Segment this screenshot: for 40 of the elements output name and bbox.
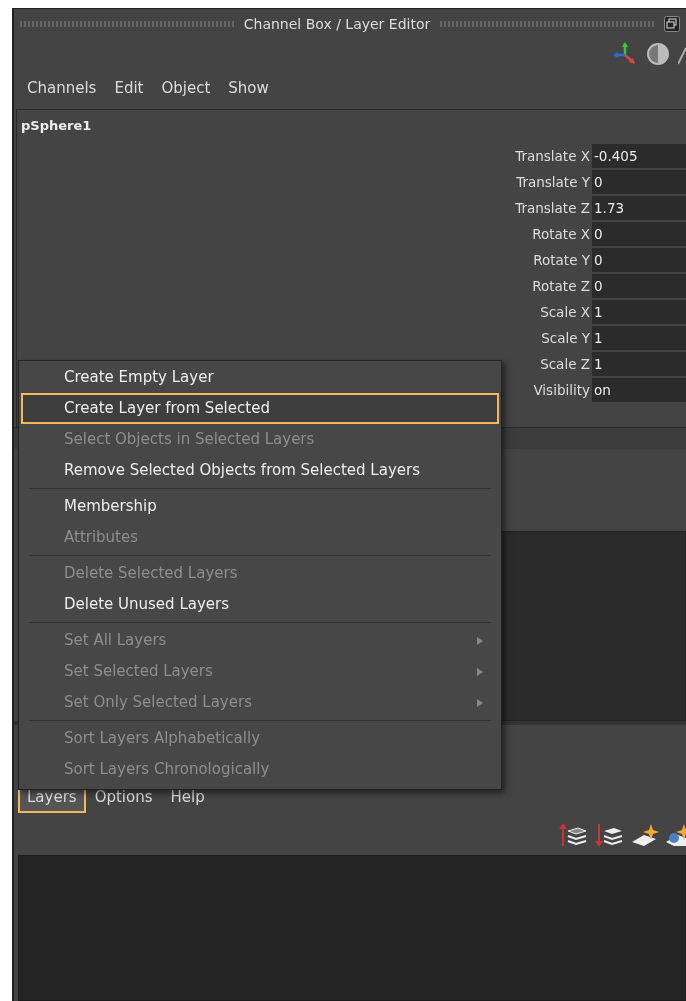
attribute-label: Scale Y: [540, 328, 591, 348]
move-layer-up-icon[interactable]: [558, 822, 588, 848]
window-title: Channel Box / Layer Editor: [243, 14, 431, 34]
attribute-field[interactable]: -0.405: [592, 143, 686, 168]
drag-handle[interactable]: [20, 21, 234, 27]
attribute-field[interactable]: 1.73: [592, 195, 686, 220]
attribute-label: Visibility: [532, 380, 591, 400]
attribute-label: Rotate Z: [531, 276, 591, 296]
attribute-field[interactable]: 0: [592, 273, 686, 298]
drag-handle[interactable]: [440, 21, 654, 27]
attribute-field[interactable]: 0: [592, 247, 686, 272]
menu-item[interactable]: Edit: [105, 71, 153, 105]
attribute-label: Translate Y: [515, 172, 591, 192]
new-layer-with-object-icon[interactable]: [666, 822, 686, 848]
half-circle-icon[interactable]: [646, 42, 670, 66]
menu-item[interactable]: Delete Unused Layers: [21, 589, 499, 620]
menu-item[interactable]: Remove Selected Objects from Selected Layers: [21, 455, 499, 486]
move-layer-down-icon[interactable]: [594, 822, 624, 848]
attribute-label: Scale X: [539, 302, 591, 322]
menu-item[interactable]: Membership: [21, 491, 499, 522]
menu-item[interactable]: Show: [219, 71, 278, 105]
float-window-icon[interactable]: [664, 16, 680, 32]
menu-item[interactable]: Create Layer from Selected: [21, 393, 499, 424]
attribute-field[interactable]: 1: [592, 299, 686, 324]
menu-item[interactable]: Create Empty Layer: [21, 362, 499, 393]
new-layer-icon[interactable]: [630, 822, 660, 848]
attribute-label: Translate X: [515, 146, 591, 166]
attribute-field[interactable]: 1: [592, 351, 686, 376]
menu-item[interactable]: Channels: [18, 71, 106, 105]
object-name: pSphere1: [20, 117, 93, 135]
attribute-label: Scale Z: [539, 354, 591, 374]
menu-item[interactable]: Object: [152, 71, 220, 105]
attribute-field[interactable]: 0: [592, 169, 686, 194]
axis-icon[interactable]: [612, 41, 638, 67]
attribute-field[interactable]: 0: [592, 221, 686, 246]
attribute-label: Translate Z: [515, 198, 591, 218]
attribute-field[interactable]: 1: [592, 325, 686, 350]
attribute-label: Rotate Y: [532, 250, 591, 270]
attribute-field[interactable]: on: [592, 377, 686, 402]
attribute-label: Rotate X: [531, 224, 591, 244]
